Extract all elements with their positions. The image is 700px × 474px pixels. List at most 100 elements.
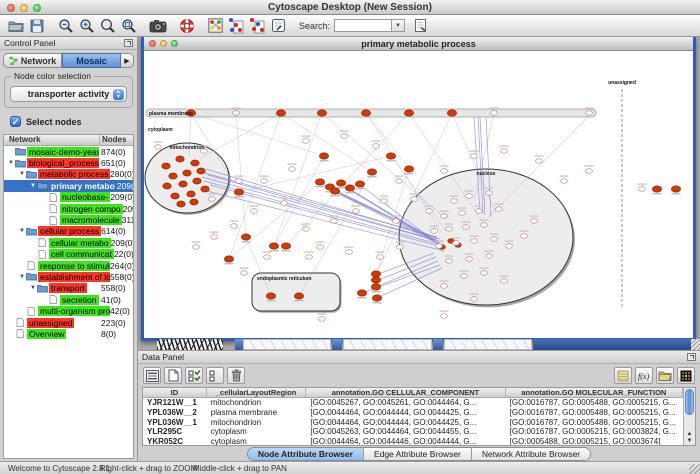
tree-column-network[interactable]: Network [4, 135, 100, 145]
tab-mosaic[interactable]: Mosaic [62, 53, 121, 68]
tree-row-mosaic-demo-yeast[interactable]: mosaic-demo-yeast874(0) [4, 146, 133, 157]
tree-expand-icon[interactable]: ▼ [29, 285, 37, 291]
compartment-plasma-membrane[interactable] [146, 109, 596, 117]
network-node[interactable] [171, 193, 179, 199]
network-node-small[interactable] [441, 214, 448, 219]
network-node[interactable] [191, 160, 199, 166]
tree-column-nodes[interactable]: Nodes [100, 135, 133, 145]
node-color-dropdown[interactable]: transporter activity ▲▼ [10, 86, 127, 102]
tree-row-cellular-metabo[interactable]: cellular metabo209(0) [4, 237, 133, 248]
network-node-small[interactable] [506, 244, 513, 249]
network-node-small[interactable] [586, 111, 593, 116]
search-input[interactable] [334, 19, 392, 32]
network-node-small[interactable] [251, 209, 258, 214]
heatmap-icon[interactable] [677, 367, 695, 384]
network-node-small[interactable] [281, 201, 288, 206]
network-node[interactable] [190, 199, 198, 205]
tree-row-metabolic-process[interactable]: ▼metabolic process280(0) [4, 169, 133, 180]
scroll-up-icon[interactable]: ▲ [687, 431, 693, 438]
delete-attribute-icon[interactable] [227, 367, 245, 384]
minimize-window-button[interactable] [20, 4, 28, 12]
network-node[interactable] [176, 156, 184, 162]
network-node-small[interactable] [377, 255, 384, 260]
tree-row-nitrogen-compo[interactable]: nitrogen compo209(0) [4, 203, 133, 214]
open-icon[interactable] [5, 16, 26, 35]
tree-row-biological-process[interactable]: ▼biological_process651(0) [4, 157, 133, 168]
background-window-fragment[interactable] [243, 339, 331, 350]
network-node[interactable] [336, 180, 345, 186]
network-node[interactable] [201, 186, 209, 192]
network-node-small[interactable] [463, 225, 470, 230]
network-node[interactable] [345, 185, 354, 191]
network-node-small[interactable] [496, 207, 503, 212]
tree-row-multi-organism-pro[interactable]: multi-organism pro42(0) [4, 305, 133, 316]
tree-expand-icon[interactable]: ▼ [29, 183, 37, 189]
function-icon[interactable]: f(x) [635, 367, 653, 384]
network-node-small[interactable] [446, 259, 453, 264]
tab-node-attribute-browser[interactable]: Node Attribute Browser [248, 448, 364, 460]
network-node-small[interactable] [346, 250, 353, 255]
network-node-small[interactable] [193, 245, 200, 250]
tree-row-establishment-of-lo[interactable]: ▼establishment of lo558(0) [4, 271, 133, 282]
network-node[interactable] [234, 189, 243, 195]
network-node-small[interactable] [306, 255, 313, 260]
new-attribute-icon[interactable] [164, 367, 182, 384]
background-window-fragment[interactable] [444, 339, 532, 350]
more-tabs-button[interactable]: ▶ [121, 53, 134, 68]
network-node[interactable] [671, 186, 680, 192]
network-node[interactable] [187, 191, 195, 197]
network-node-small[interactable] [231, 224, 238, 229]
compartment-mitochondrion[interactable] [145, 143, 229, 213]
network-node[interactable] [404, 110, 413, 116]
network-node[interactable] [162, 163, 170, 169]
zoom-out-icon[interactable] [55, 16, 76, 35]
tree-expand-icon[interactable]: ▼ [7, 160, 15, 166]
scrollbar-thumb[interactable] [685, 389, 694, 415]
network-node[interactable] [330, 188, 339, 194]
network-node-small[interactable] [451, 199, 458, 204]
app-resize-grip[interactable] [689, 464, 700, 474]
network-node-small[interactable] [211, 235, 218, 240]
help-icon[interactable] [176, 16, 197, 35]
network-node[interactable] [317, 110, 326, 116]
network-node-small[interactable] [461, 274, 468, 279]
table-header-id[interactable]: ID [143, 388, 207, 397]
annotation-icon[interactable] [410, 16, 431, 35]
network-node-small[interactable] [353, 209, 360, 214]
network-node-small[interactable] [486, 191, 493, 196]
table-scrollbar[interactable]: ▲▼ [683, 388, 695, 445]
table-header-col1[interactable]: _cellularLayoutRegion [207, 388, 307, 397]
select-attributes-icon[interactable] [185, 367, 203, 384]
network-node-small[interactable] [639, 187, 646, 192]
netwin-zoom-button[interactable] [171, 40, 178, 47]
network-node[interactable] [386, 153, 395, 159]
network-node-small[interactable] [393, 219, 400, 224]
table-row-yjr121w__1[interactable]: YJR121W__1mitochondrion[GO:0045267, GO:0… [143, 398, 683, 408]
network-node-small[interactable] [446, 227, 453, 232]
search-dropdown-button[interactable]: ▼ [392, 19, 405, 32]
network-node[interactable] [163, 183, 171, 189]
tree-row-unassigned[interactable]: unassigned223(0) [4, 317, 133, 328]
network-node-small[interactable] [586, 169, 593, 174]
network-node[interactable] [371, 284, 380, 290]
network-node-small[interactable] [521, 234, 528, 239]
network-node-small[interactable] [491, 111, 498, 116]
network-node-small[interactable] [531, 219, 538, 224]
background-window-fragment[interactable] [433, 339, 443, 350]
network-graph[interactable]: plasma membranecytoplasmmitochondrionnuc… [144, 51, 693, 338]
network-node[interactable] [169, 173, 177, 179]
network-node[interactable] [652, 186, 661, 192]
network-node-small[interactable] [471, 239, 478, 244]
network-node-small[interactable] [397, 245, 404, 250]
save-icon[interactable] [26, 16, 47, 35]
tab-network[interactable]: Network [3, 53, 62, 68]
table-row-ykr052c[interactable]: YKR052Ccytoplasm[GO:0044464, GO:0044446,… [143, 437, 683, 445]
tree-row-transport[interactable]: ▼transport558(0) [4, 283, 133, 294]
network-node-small[interactable] [441, 314, 448, 319]
network-node-small[interactable] [381, 199, 388, 204]
network-node-small[interactable] [481, 271, 488, 276]
vizmapper-icon[interactable] [205, 16, 226, 35]
network-node-small[interactable] [441, 169, 448, 174]
network-node-small[interactable] [373, 144, 380, 149]
network-node[interactable] [193, 178, 201, 184]
